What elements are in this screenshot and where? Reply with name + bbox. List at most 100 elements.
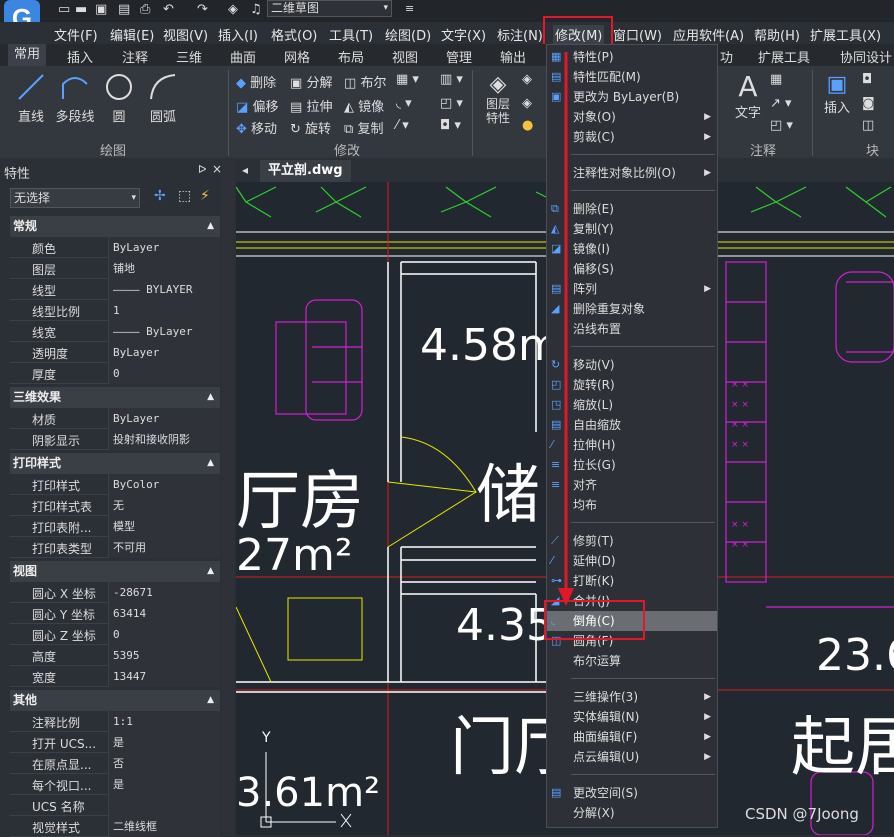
property-value[interactable] [108, 795, 220, 816]
tab-collab[interactable]: 协同设计 [840, 47, 892, 66]
tab-ext-tools[interactable]: 扩展工具 [758, 47, 810, 66]
menu-item[interactable]: ▤ 阵列 ▶ [547, 279, 717, 299]
block-attr-icon[interactable]: ◫ [862, 118, 874, 133]
menu-item[interactable]: ▦ 特性(P) [547, 47, 717, 67]
menu-item[interactable]: ▤ 更改空间(S) [547, 783, 717, 803]
property-row[interactable]: 视觉样式 二维线框 [10, 816, 220, 837]
block-edit-icon[interactable]: ◙ [862, 96, 875, 111]
property-value[interactable]: -28671 [108, 582, 220, 603]
property-value[interactable]: 是 [108, 774, 220, 795]
menu-item[interactable]: 偏移(S) [547, 259, 717, 279]
menu-item[interactable]: 分解(X) [547, 803, 717, 823]
property-row[interactable]: 厚度 0 [10, 363, 220, 384]
menu-item[interactable]: 实体编辑(N) ▶ [547, 707, 717, 727]
menu-item[interactable]: 沿线布置 [547, 319, 717, 339]
menu-dimension[interactable]: 标注(N) [497, 25, 543, 44]
property-value[interactable]: 0 [108, 363, 220, 384]
scale-icon[interactable]: ◰ ▾ [440, 96, 463, 111]
property-row[interactable]: UCS 名称 [10, 795, 220, 816]
layers-icon[interactable]: ◈ [228, 2, 238, 17]
property-value[interactable]: 63414 [108, 603, 220, 624]
array-icon[interactable]: ▦ ▾ [396, 72, 419, 87]
menu-item[interactable]: ◭ 复制(Y) [547, 219, 717, 239]
arc-tool[interactable]: 圆弧 [146, 72, 180, 125]
panel-scrollbar[interactable] [222, 160, 234, 835]
tab-annotate[interactable]: 注释 [122, 47, 148, 66]
menu-item[interactable]: 剪裁(C) ▶ [547, 127, 717, 147]
property-row[interactable]: 圆心 Y 坐标 63414 [10, 603, 220, 624]
align-icon[interactable]: ▥ ▾ [440, 72, 463, 87]
property-row[interactable]: 图层 铺地 [10, 258, 220, 279]
property-value[interactable]: 是 [108, 732, 220, 753]
menu-item[interactable]: ≡ 拉长(G) [547, 455, 717, 475]
menu-item[interactable]: ▣ 更改为 ByLayer(B) [547, 87, 717, 107]
toggle-pickadd-icon[interactable]: ✢ [154, 188, 166, 204]
open-file-icon[interactable]: ▬ [75, 2, 87, 17]
tab-3d[interactable]: 三维 [176, 47, 202, 66]
menu-ext-tools[interactable]: 扩展工具(X) [810, 25, 881, 44]
menu-insert[interactable]: 插入(I) [218, 25, 258, 44]
property-value[interactable]: ByLayer [108, 342, 220, 363]
property-value[interactable]: 铺地 [108, 258, 220, 279]
move-button[interactable]: ✥ 移动 [236, 118, 277, 137]
property-value[interactable]: ByColor [108, 474, 220, 495]
doc-tab-active[interactable]: 平立剖.dwg [260, 160, 351, 182]
copy-button[interactable]: ⧉ 复制 [344, 118, 383, 137]
lightbulb-icon[interactable]: ● [522, 118, 533, 133]
property-value[interactable]: 不可用 [108, 537, 220, 558]
stretch-button[interactable]: ▤ 拉伸 [290, 96, 332, 115]
tab-mesh[interactable]: 网格 [284, 47, 310, 66]
menu-apps[interactable]: 应用软件(A) [673, 25, 744, 44]
tab-layout[interactable]: 布局 [338, 47, 364, 66]
menu-item[interactable]: ◳ 缩放(L) [547, 395, 717, 415]
layer-state-icon[interactable]: ◈ [522, 96, 532, 111]
section-header[interactable]: 其他 ▲ [10, 690, 220, 711]
property-value[interactable]: 5395 [108, 645, 220, 666]
leader-icon[interactable]: ◰ ▾ [770, 118, 793, 133]
tab-common[interactable]: 常用 [8, 44, 47, 66]
menu-file[interactable]: 文件(F) [54, 25, 98, 44]
quick-select-icon[interactable]: ⚡ [200, 188, 210, 204]
select-objects-icon[interactable]: ⬚ [178, 188, 191, 204]
layer-properties-button[interactable]: ◈ 图层 特性 [480, 72, 516, 125]
fillet-icon[interactable]: ◟ ▾ [396, 96, 412, 111]
menu-view[interactable]: 视图(V) [163, 25, 208, 44]
property-row[interactable]: 打印样式 ByColor [10, 474, 220, 495]
property-value[interactable]: 1:1 [108, 711, 220, 732]
menu-item[interactable]: ⧉ 删除(E) [547, 199, 717, 219]
property-row[interactable]: 材质 ByLayer [10, 408, 220, 429]
property-value[interactable]: ByLayer [108, 237, 220, 258]
menu-item[interactable]: ⟋ 修剪(T) [547, 531, 717, 551]
menu-draw[interactable]: 绘图(D) [385, 25, 431, 44]
trim-icon[interactable]: ⁄ ▾ [396, 118, 409, 133]
menu-item[interactable]: ↻ 移动(V) [547, 355, 717, 375]
new-file-icon[interactable]: ▭ [58, 2, 70, 17]
tab-insert[interactable]: 插入 [67, 47, 93, 66]
tab-surface[interactable]: 曲面 [230, 47, 256, 66]
menu-item[interactable]: ◰ 旋转(R) [547, 375, 717, 395]
block-create-icon[interactable]: ◘ [862, 72, 872, 87]
customize-icon[interactable]: ≡ [405, 2, 414, 15]
property-value[interactable]: 模型 [108, 516, 220, 537]
property-row[interactable]: 在原点显... 否 [10, 753, 220, 774]
menu-edit[interactable]: 编辑(E) [110, 25, 154, 44]
property-row[interactable]: 每个视口... 是 [10, 774, 220, 795]
selection-dropdown[interactable]: 无选择 ▾ [10, 188, 140, 208]
menu-item[interactable]: ≡ 对齐 [547, 475, 717, 495]
delete-button[interactable]: ◆ 删除 [236, 72, 276, 91]
property-value[interactable]: 无 [108, 495, 220, 516]
line-tool[interactable]: 直线 [14, 72, 48, 125]
property-row[interactable]: 注释比例 1:1 [10, 711, 220, 732]
polyline-tool[interactable]: 多段线 [54, 72, 96, 125]
property-value[interactable]: 13447 [108, 666, 220, 687]
property-row[interactable]: 颜色 ByLayer [10, 237, 220, 258]
headset-icon[interactable]: ♫ [250, 2, 262, 17]
tab-view[interactable]: 视图 [392, 47, 418, 66]
property-value[interactable]: ———— ByLayer [108, 321, 220, 342]
property-row[interactable]: 线型比例 1 [10, 300, 220, 321]
property-row[interactable]: 宽度 13447 [10, 666, 220, 687]
property-row[interactable]: 线型 ———— BYLAYER [10, 279, 220, 300]
close-icon[interactable]: × [212, 162, 222, 176]
property-row[interactable]: 透明度 ByLayer [10, 342, 220, 363]
section-header[interactable]: 常规 ▲ [10, 216, 220, 237]
